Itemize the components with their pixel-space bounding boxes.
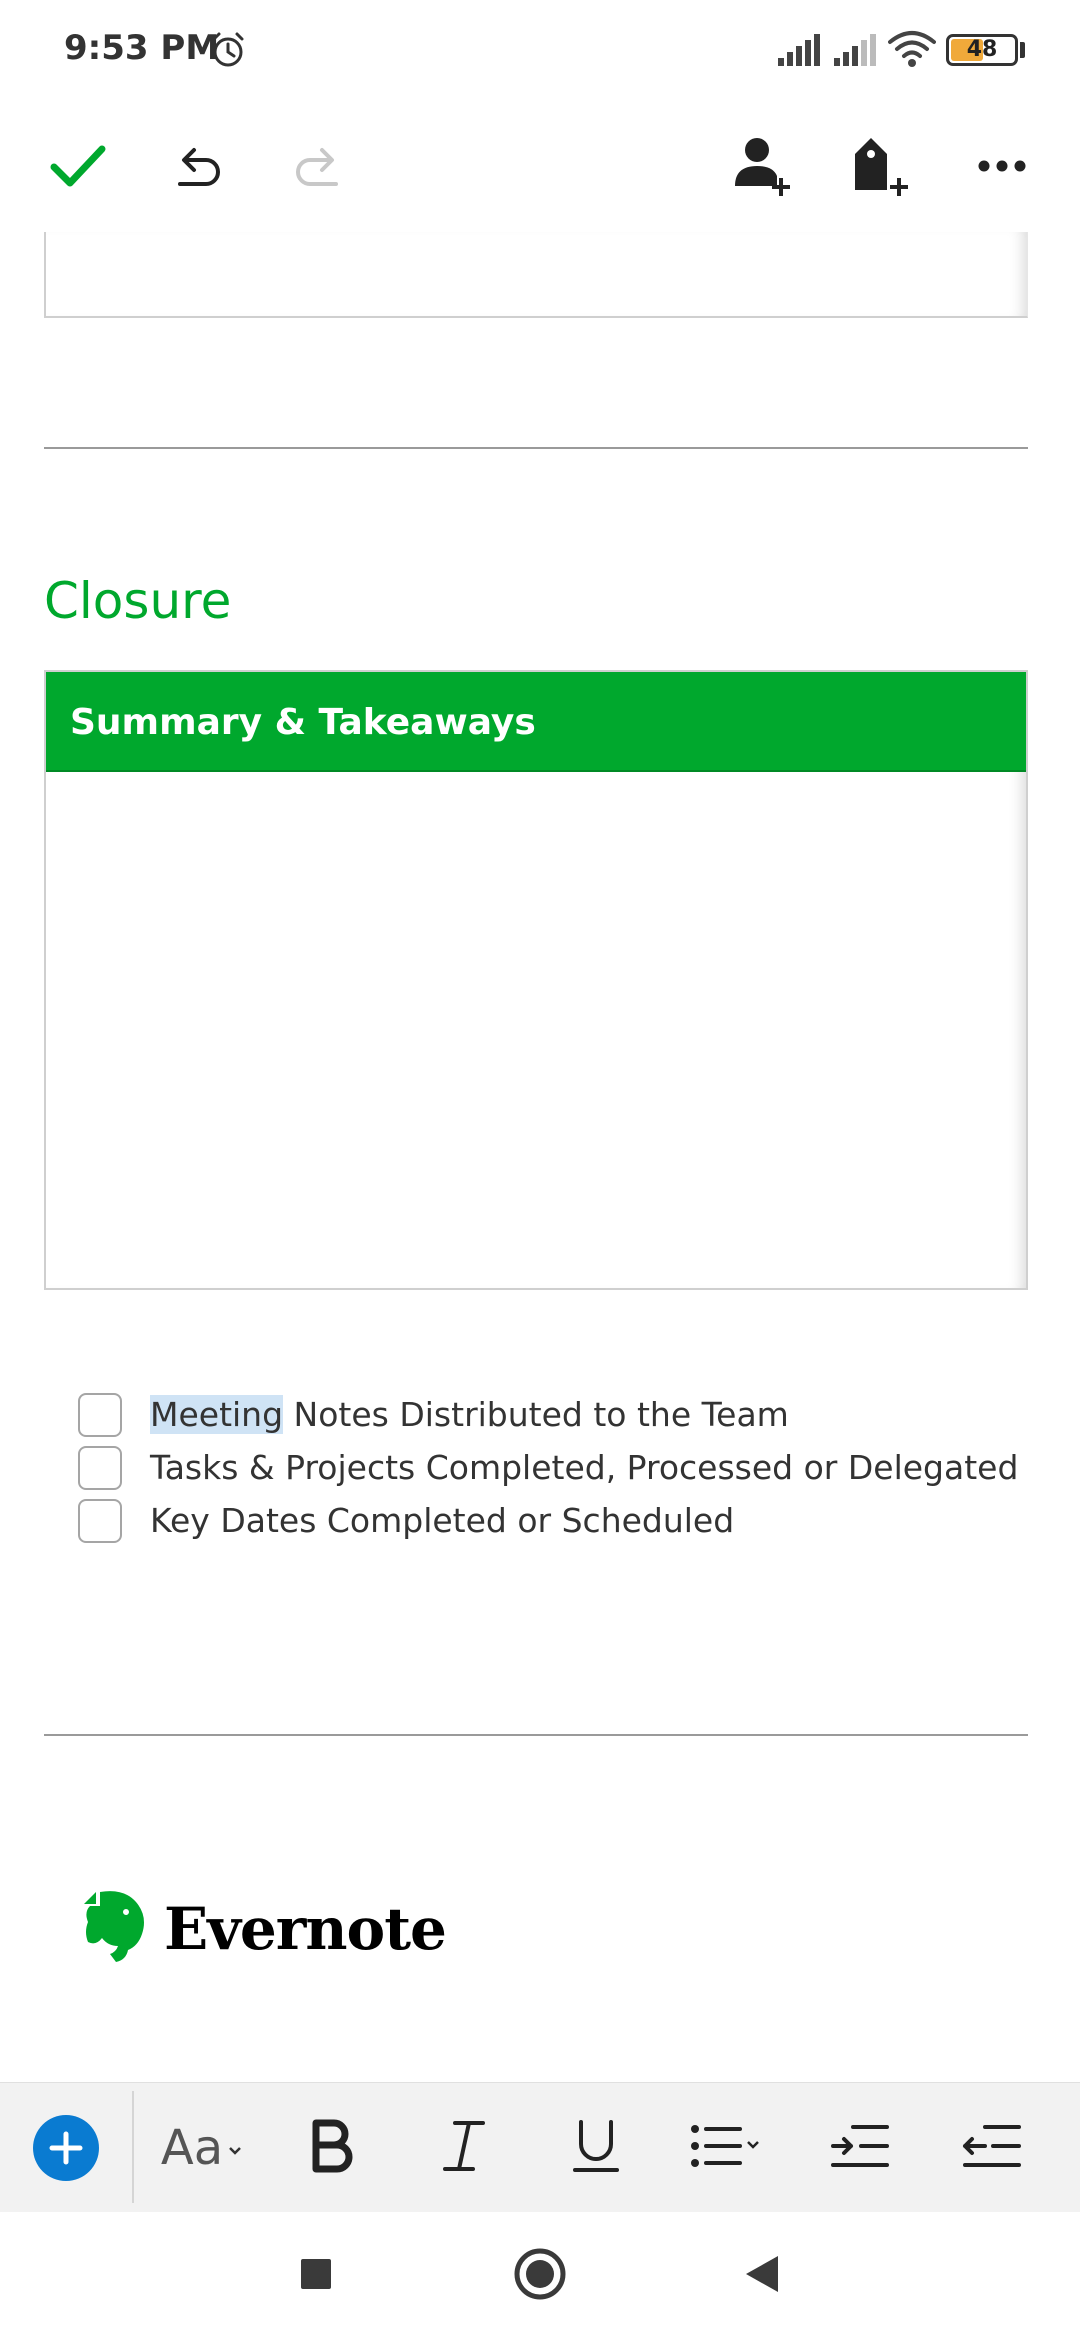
status-bar: 9:53 PM 48 <box>0 0 1080 100</box>
checklist-text: Notes Distributed to the Team <box>283 1395 789 1434</box>
logo-text: Evernote <box>164 1894 447 1963</box>
checkbox[interactable] <box>78 1498 122 1543</box>
elephant-icon <box>80 1888 148 1969</box>
list-item: Meeting Notes Distributed to the Team <box>78 1388 1018 1441</box>
outdent-button[interactable] <box>942 2098 1042 2198</box>
selected-text: Meeting <box>150 1395 284 1434</box>
back-button[interactable] <box>722 2236 802 2316</box>
note-body[interactable]: Closure Summary & Takeaways Meeting Note… <box>0 232 1080 2314</box>
more-icon <box>977 159 1027 178</box>
divider <box>44 447 1028 449</box>
font-button-label: Aa <box>160 2120 224 2176</box>
bold-button[interactable] <box>282 2098 382 2198</box>
indent-icon <box>829 2123 891 2174</box>
table-header[interactable]: Summary & Takeaways <box>46 672 1026 772</box>
checklist-label[interactable]: Meeting Notes Distributed to the Team <box>150 1395 789 1434</box>
share-note-button[interactable] <box>724 128 804 208</box>
redo-icon <box>290 138 346 199</box>
system-nav-bar <box>0 2212 1080 2340</box>
signal-icon <box>834 34 880 71</box>
table-cell[interactable] <box>46 772 1026 1288</box>
checklist: Meeting Notes Distributed to the Team Ta… <box>78 1388 1018 1547</box>
undo-icon <box>170 138 226 199</box>
add-person-icon <box>733 134 795 203</box>
battery-icon: 48 <box>946 34 1018 66</box>
recents-icon <box>299 2257 333 2296</box>
wifi-icon <box>888 30 936 73</box>
battery-nub <box>1020 42 1025 58</box>
bold-icon <box>310 2119 354 2178</box>
checklist-label[interactable]: Tasks & Projects Completed, Processed or… <box>150 1448 1018 1487</box>
back-icon <box>742 2254 782 2299</box>
add-tag-button[interactable] <box>842 128 922 208</box>
previous-table-cell[interactable] <box>44 232 1028 318</box>
bullet-list-icon <box>690 2123 766 2174</box>
underline-button[interactable] <box>546 2098 646 2198</box>
table-header-text: Summary & Takeaways <box>70 702 536 743</box>
format-toolbar: Aa <box>0 2082 1080 2212</box>
add-button[interactable] <box>16 2098 116 2198</box>
indent-button[interactable] <box>810 2098 910 2198</box>
alarm-icon <box>208 30 248 75</box>
checkbox[interactable] <box>78 1445 122 1490</box>
add-icon <box>33 2115 99 2181</box>
divider <box>44 1734 1028 1736</box>
status-time: 9:53 PM <box>64 28 220 68</box>
italic-icon <box>439 2119 489 2178</box>
font-style-button[interactable]: Aa <box>152 2098 252 2198</box>
underline-icon <box>571 2118 621 2179</box>
signal-icon <box>778 34 824 71</box>
toolbar-divider <box>132 2091 134 2203</box>
summary-table[interactable]: Summary & Takeaways <box>44 670 1028 1290</box>
home-icon <box>512 2246 568 2307</box>
list-item: Tasks & Projects Completed, Processed or… <box>78 1441 1018 1494</box>
checklist-label[interactable]: Key Dates Completed or Scheduled <box>150 1501 734 1540</box>
evernote-logo: Evernote <box>80 1888 447 1969</box>
font-style-icon: Aa <box>161 2120 243 2176</box>
list-item: Key Dates Completed or Scheduled <box>78 1494 1018 1547</box>
more-options-button[interactable] <box>962 128 1042 208</box>
app-toolbar <box>0 110 1080 210</box>
undo-button[interactable] <box>158 128 238 208</box>
check-icon <box>48 141 108 196</box>
redo-button[interactable] <box>278 128 358 208</box>
checkbox[interactable] <box>78 1392 122 1437</box>
outdent-icon <box>961 2123 1023 2174</box>
italic-button[interactable] <box>414 2098 514 2198</box>
recents-button[interactable] <box>276 2236 356 2316</box>
bullet-list-button[interactable] <box>678 2098 778 2198</box>
home-button[interactable] <box>500 2236 580 2316</box>
battery-level: 48 <box>966 37 998 62</box>
add-tag-icon <box>851 134 913 203</box>
done-button[interactable] <box>38 128 118 208</box>
section-heading: Closure <box>44 572 232 630</box>
